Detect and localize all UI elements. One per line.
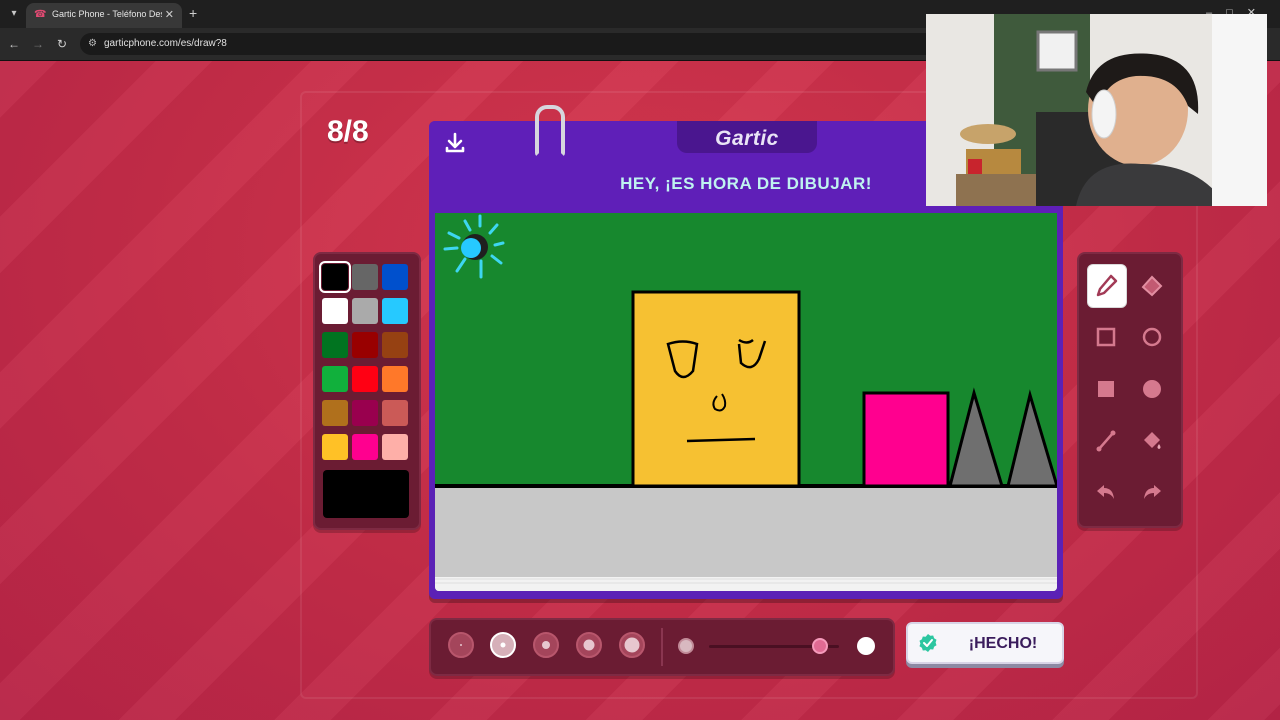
color-swatch[interactable] [382, 298, 408, 324]
close-tab-icon[interactable]: ✕ [165, 8, 174, 21]
tool-panel [1077, 252, 1183, 528]
circle-filled-icon[interactable] [1133, 368, 1171, 410]
brush-size-4[interactable] [576, 632, 602, 658]
eraser-icon[interactable] [1133, 264, 1171, 306]
color-palette [313, 252, 421, 530]
redo-icon[interactable] [1133, 472, 1171, 514]
color-swatch[interactable] [322, 366, 348, 392]
color-swatch[interactable] [382, 332, 408, 358]
color-swatch[interactable] [322, 298, 348, 324]
color-swatch[interactable] [352, 400, 378, 426]
drawing-canvas[interactable] [435, 213, 1057, 591]
logo-plate: Gartic [677, 121, 817, 153]
webcam-overlay [926, 14, 1267, 206]
download-icon[interactable] [443, 131, 467, 155]
opacity-low-icon [678, 638, 694, 654]
fill-bucket-icon[interactable] [1133, 420, 1171, 462]
back-icon[interactable]: ← [6, 36, 22, 52]
bar-divider [661, 628, 663, 666]
gartic-favicon-icon: ☎ [34, 9, 47, 20]
color-swatch[interactable] [352, 366, 378, 392]
done-button[interactable]: ¡HECHO! [906, 622, 1064, 664]
color-swatch[interactable] [382, 264, 408, 290]
color-swatch[interactable] [322, 400, 348, 426]
rectangle-outline-icon[interactable] [1087, 316, 1125, 358]
opacity-slider-thumb[interactable] [811, 638, 828, 654]
color-swatch[interactable] [319, 261, 351, 293]
notebook-ring [535, 105, 565, 157]
opacity-high-icon [857, 637, 875, 655]
forward-icon[interactable]: → [30, 36, 46, 52]
pencil-icon[interactable] [1087, 264, 1127, 308]
color-swatch[interactable] [352, 434, 378, 460]
round-counter: 8/8 [327, 115, 369, 148]
color-swatch[interactable] [322, 332, 348, 358]
site-info-icon[interactable]: ⚙ [88, 38, 97, 49]
tab-list-icon[interactable]: ▾ [6, 6, 22, 22]
brush-size-2[interactable] [490, 632, 516, 658]
color-swatch[interactable] [352, 332, 378, 358]
browser-tab[interactable]: ☎ Gartic Phone - Teléfono Descon ✕ [26, 3, 182, 28]
undo-icon[interactable] [1087, 472, 1125, 514]
color-swatch[interactable] [382, 366, 408, 392]
brush-settings-bar [429, 618, 895, 676]
brush-size-1[interactable] [448, 632, 474, 658]
color-swatch[interactable] [382, 434, 408, 460]
color-swatch[interactable] [352, 264, 378, 290]
current-color-preview [323, 470, 409, 518]
color-swatch[interactable] [322, 434, 348, 460]
gartic-logo: Gartic [715, 127, 779, 150]
color-swatch[interactable] [382, 400, 408, 426]
check-badge-icon [919, 634, 937, 652]
reload-icon[interactable]: ↻ [54, 36, 70, 52]
rectangle-filled-icon[interactable] [1087, 368, 1125, 410]
url-text: garticphone.com/es/draw?8 [104, 38, 227, 49]
canvas-drawing[interactable] [435, 213, 1057, 591]
color-swatch[interactable] [352, 298, 378, 324]
brush-size-3[interactable] [533, 632, 559, 658]
url-field[interactable]: ⚙ garticphone.com/es/draw?8 [80, 33, 940, 55]
done-label: ¡HECHO! [968, 635, 1038, 652]
line-icon[interactable] [1087, 420, 1125, 462]
brush-size-5[interactable] [619, 632, 645, 658]
new-tab-icon[interactable]: + [189, 5, 197, 21]
tab-title: Gartic Phone - Teléfono Descon [52, 9, 162, 19]
circle-outline-icon[interactable] [1133, 316, 1171, 358]
